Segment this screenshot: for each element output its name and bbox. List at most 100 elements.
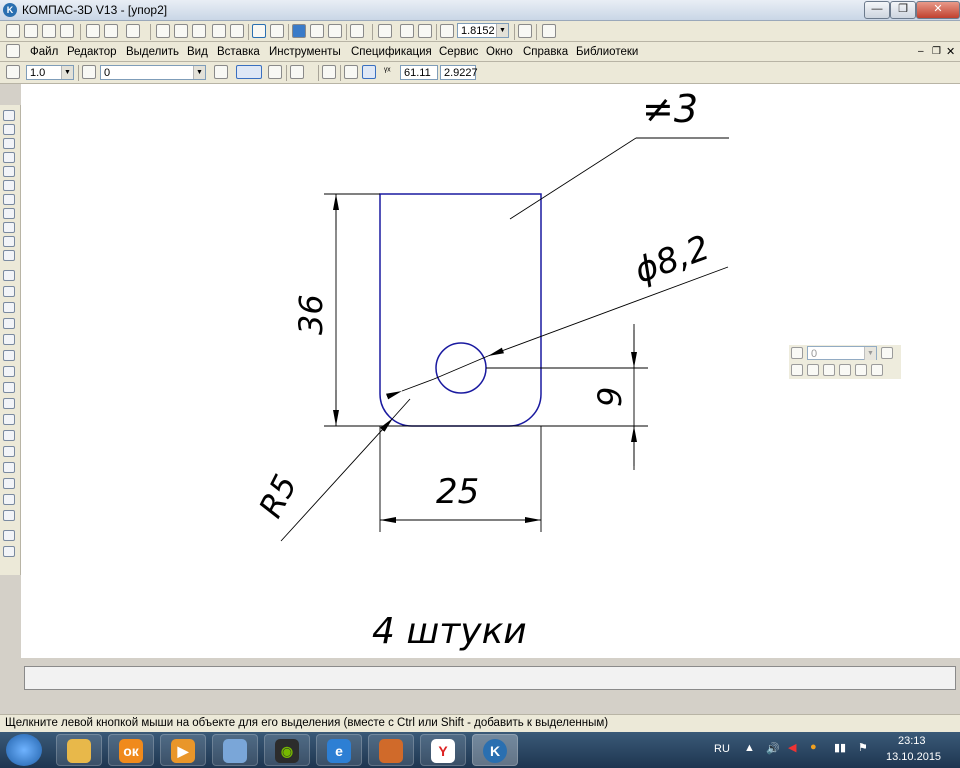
clock-time[interactable]: 23:13	[898, 735, 926, 747]
app-tray-icon[interactable]: ●	[810, 741, 817, 753]
rectangle-icon[interactable]	[3, 462, 15, 473]
segment-icon[interactable]	[3, 302, 15, 313]
zoom-out-icon[interactable]	[418, 24, 432, 38]
menu-edit[interactable]: Редактор	[67, 46, 117, 58]
tray-expand-icon[interactable]: ▲	[744, 742, 755, 754]
point-icon[interactable]	[3, 270, 15, 281]
function-fx-icon[interactable]	[328, 24, 342, 38]
chevron-down-icon[interactable]: ▼	[864, 347, 876, 360]
doc-minimize-button[interactable]: –	[918, 46, 924, 57]
taskbar-media-player[interactable]: ▶	[160, 734, 206, 766]
zoom-fit-icon[interactable]	[839, 364, 851, 376]
menu-libraries[interactable]: Библиотеки	[576, 46, 638, 58]
chamfer-icon[interactable]	[3, 430, 15, 441]
refresh-icon[interactable]	[542, 24, 556, 38]
menu-help[interactable]: Справка	[523, 46, 568, 58]
alert-icon[interactable]: ◀	[788, 741, 796, 754]
zoom-window-icon[interactable]	[791, 364, 803, 376]
maximize-button[interactable]: ❐	[890, 1, 916, 19]
menu-specification[interactable]: Спецификация	[351, 46, 432, 58]
polygon-icon[interactable]	[3, 478, 15, 489]
property-panel-field[interactable]	[24, 666, 956, 690]
menu-window[interactable]: Окно	[486, 46, 513, 58]
auxiliary-line-icon[interactable]	[3, 286, 15, 297]
taskbar-nvidia[interactable]: ◉	[264, 734, 310, 766]
zoom-in-icon[interactable]	[400, 24, 414, 38]
spec-icon[interactable]	[3, 208, 15, 219]
redo-icon[interactable]	[270, 24, 284, 38]
menu-file[interactable]: Файл	[30, 46, 58, 58]
menu-view[interactable]: Вид	[187, 46, 208, 58]
circle-icon[interactable]	[3, 318, 15, 329]
zoom-scale-icon[interactable]	[440, 24, 454, 38]
new-document-icon[interactable]	[6, 24, 20, 38]
chevron-down-icon[interactable]: ▼	[193, 66, 205, 79]
ellipse-icon[interactable]	[3, 350, 15, 361]
select-icon[interactable]	[3, 194, 15, 205]
network-icon[interactable]: ▮▮	[834, 741, 846, 754]
manager-icon[interactable]	[126, 24, 140, 38]
chevron-down-icon[interactable]: ▼	[61, 66, 73, 79]
local-cs-icon[interactable]	[322, 65, 336, 79]
coord-x-field[interactable]: 61.11	[400, 65, 438, 80]
curve-icon[interactable]	[3, 414, 15, 425]
format-painter-icon[interactable]	[212, 24, 226, 38]
layers-icon[interactable]	[791, 347, 803, 359]
start-button[interactable]	[6, 734, 42, 766]
volume-icon[interactable]: 🔊	[766, 742, 780, 755]
print-preview-icon[interactable]	[104, 24, 118, 38]
taskbar-internet-explorer[interactable]: e	[316, 734, 362, 766]
menu-tools[interactable]: Инструменты	[269, 46, 341, 58]
fragment-icon[interactable]	[3, 250, 15, 261]
hatch-icon[interactable]	[3, 382, 15, 393]
equidistant-icon[interactable]	[3, 494, 15, 505]
taskbar-explorer[interactable]	[56, 734, 102, 766]
zoom-window-icon[interactable]	[378, 24, 392, 38]
help-icon[interactable]	[350, 24, 364, 38]
step-combo[interactable]: 1.0 ▼	[26, 65, 74, 80]
save-icon[interactable]	[42, 24, 56, 38]
fillet-icon[interactable]	[3, 446, 15, 457]
orthogonal-mode-icon[interactable]	[344, 65, 358, 79]
menu-select[interactable]: Выделить	[126, 46, 179, 58]
paste-icon[interactable]	[192, 24, 206, 38]
calculator-icon[interactable]	[230, 24, 244, 38]
zoom-combo[interactable]: 1.8152 ▼	[457, 23, 509, 38]
contour-icon[interactable]	[3, 510, 15, 521]
clock-date[interactable]: 13.10.2015	[886, 751, 941, 763]
arc-icon[interactable]	[3, 334, 15, 345]
dimensions-icon[interactable]	[3, 124, 15, 135]
edit-icon[interactable]	[3, 152, 15, 163]
insert-icon[interactable]	[3, 236, 15, 247]
library-manager-icon[interactable]	[292, 24, 306, 38]
ortho-icon[interactable]	[268, 65, 282, 79]
zoom-out-icon[interactable]	[823, 364, 835, 376]
layers-icon[interactable]	[82, 65, 96, 79]
hole-circle[interactable]	[435, 342, 487, 394]
doc-restore-button[interactable]: ❐	[932, 46, 941, 57]
report-icon[interactable]	[3, 222, 15, 233]
layer-combo[interactable]: 0 ▼	[100, 65, 206, 80]
properties-icon[interactable]	[60, 24, 74, 38]
pan-icon[interactable]	[518, 24, 532, 38]
style-icon[interactable]	[214, 65, 228, 79]
grid-icon[interactable]	[290, 65, 304, 79]
undo-icon[interactable]	[252, 24, 266, 38]
chevron-down-icon[interactable]: ▼	[496, 24, 508, 37]
taskbar-kompas[interactable]: K	[472, 734, 518, 766]
macro-icon[interactable]	[3, 546, 15, 557]
polyline-icon[interactable]	[3, 398, 15, 409]
spline-icon[interactable]	[3, 366, 15, 377]
variables-icon[interactable]	[310, 24, 324, 38]
float-layer-combo[interactable]: 0 ▼	[807, 346, 877, 360]
taskbar-app2[interactable]	[368, 734, 414, 766]
coord-y-field[interactable]: 2.9227	[440, 65, 478, 80]
snap-magnet-icon[interactable]	[236, 65, 262, 79]
doc-close-button[interactable]: ✕	[946, 45, 955, 58]
menu-insert[interactable]: Вставка	[217, 46, 260, 58]
cut-icon[interactable]	[156, 24, 170, 38]
taskbar-odnoklassniki[interactable]: ок	[108, 734, 154, 766]
menu-service[interactable]: Сервис	[439, 46, 478, 58]
taskbar-app[interactable]	[212, 734, 258, 766]
zoom-in-icon[interactable]	[807, 364, 819, 376]
